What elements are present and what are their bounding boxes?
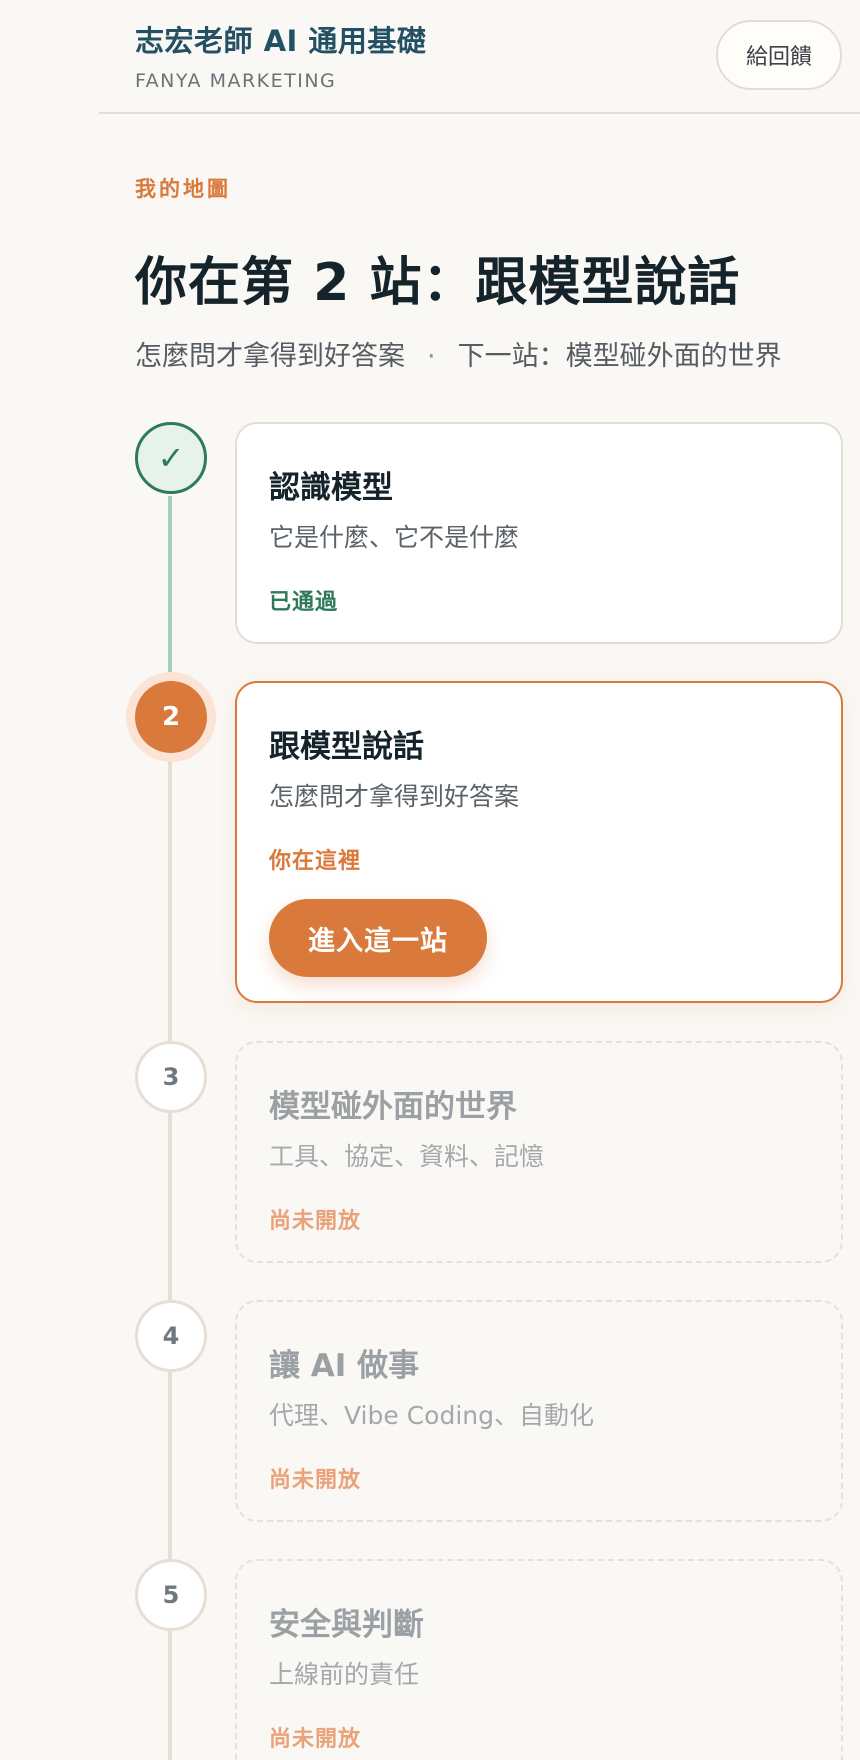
- station-card-2: 跟模型說話 怎麼問才拿得到好答案 你在這裡 進入這一站: [235, 681, 843, 1003]
- station-status-badge: 你在這裡: [269, 849, 362, 874]
- page-subtitle: 怎麼問才拿得到好答案 · 下一站：模型碰外面的世界: [135, 334, 782, 373]
- feedback-button[interactable]: 給回饋: [716, 20, 842, 90]
- station-card-1[interactable]: 認識模型 它是什麼、它不是什麼 已通過: [235, 422, 843, 644]
- section-eyebrow: 我的地圖: [135, 177, 231, 201]
- station-description: 工具、協定、資料、記憶: [269, 1142, 545, 1171]
- station-description: 它是什麼、它不是什麼: [269, 523, 520, 552]
- station-title: 認識模型: [269, 470, 393, 506]
- station-status-badge: 尚未開放: [269, 1468, 362, 1493]
- page-title: 你在第 2 站：跟模型說話: [135, 253, 741, 313]
- station-status-badge: 尚未開放: [269, 1209, 362, 1234]
- current-station-summary: 怎麼問才拿得到好答案: [135, 341, 405, 372]
- station-1-check-icon: ✓: [135, 422, 207, 494]
- station-description: 怎麼問才拿得到好答案: [269, 782, 520, 811]
- station-title: 安全與判斷: [269, 1607, 424, 1643]
- timeline-line-completed: [168, 496, 172, 676]
- station-title: 模型碰外面的世界: [269, 1089, 517, 1125]
- station-description: 上線前的責任: [269, 1660, 420, 1689]
- course-map-page: 志宏老師 AI 通用基礎 FANYA MARKETING 給回饋 我的地圖 你在…: [0, 0, 860, 1760]
- station-title: 讓 AI 做事: [269, 1348, 420, 1384]
- next-station-hint: 下一站：模型碰外面的世界: [457, 341, 782, 372]
- station-4-node: 4: [135, 1300, 207, 1372]
- station-card-5: 安全與判斷 上線前的責任 尚未開放: [235, 1559, 843, 1760]
- station-card-3: 模型碰外面的世界 工具、協定、資料、記憶 尚未開放: [235, 1041, 843, 1263]
- station-status-badge: 尚未開放: [269, 1727, 362, 1752]
- enter-station-button[interactable]: 進入這一站: [269, 899, 487, 977]
- station-5-node: 5: [135, 1559, 207, 1631]
- station-3-node: 3: [135, 1041, 207, 1113]
- subtitle-separator: ·: [427, 341, 436, 372]
- brand-subtitle: FANYA MARKETING: [135, 70, 337, 92]
- station-card-4: 讓 AI 做事 代理、Vibe Coding、自動化 尚未開放: [235, 1300, 843, 1522]
- station-status-badge: 已通過: [269, 590, 339, 615]
- top-header: 志宏老師 AI 通用基礎 FANYA MARKETING 給回饋: [99, 0, 860, 114]
- brand-title: 志宏老師 AI 通用基礎: [135, 24, 427, 58]
- station-title: 跟模型說話: [269, 729, 424, 765]
- station-2-node: 2: [135, 681, 207, 753]
- station-description: 代理、Vibe Coding、自動化: [269, 1401, 594, 1430]
